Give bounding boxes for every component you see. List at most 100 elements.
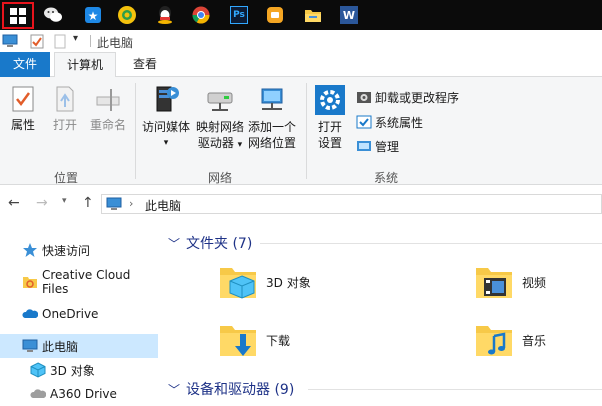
manage-button[interactable]: 管理 (356, 136, 399, 156)
qq-browser-taskbar-button[interactable] (110, 0, 144, 30)
word-icon: W (340, 6, 358, 24)
media-access-icon (156, 86, 179, 112)
uninstall-label: 卸载或更改程序 (375, 90, 460, 105)
3d-objects-icon (30, 362, 46, 378)
back-arrow-icon[interactable]: ← (8, 195, 20, 211)
chrome-icon (192, 6, 210, 24)
orange-app-icon (267, 7, 283, 23)
access-media-button[interactable]: 访问媒体 ▾ (140, 85, 192, 151)
content-pane: ﹀ 文件夹 (7) 3D 对象 视频 下载 音乐 ﹀ 设备和驱动器 (9) (160, 222, 602, 400)
ribbon: 属性 打开 重命名 位置 访问媒体 ▾ 映射网络 驱动器 ▾ 添加一个 网络位置… (0, 77, 602, 185)
qat-dropdown-icon[interactable]: ▾ (73, 33, 78, 44)
nav-item-creative-cloud[interactable]: Creative Cloud Files (0, 268, 158, 296)
nav-item-quick-access[interactable]: 快速访问 (0, 238, 158, 262)
network-drive-icon (207, 92, 233, 111)
orange-app-taskbar-button[interactable] (258, 0, 292, 30)
map-drive-label-2: 驱动器 ▾ (194, 135, 246, 153)
network-group-label: 网络 (208, 171, 233, 185)
nav-item-a360-drive[interactable]: A360 Drive (0, 382, 158, 406)
folders-section-header[interactable]: ﹀ 文件夹 (7) (168, 233, 252, 253)
recent-dropdown-icon[interactable]: ▾ (62, 196, 67, 206)
properties-check-icon[interactable] (30, 34, 44, 49)
address-bar[interactable]: › 此电脑 (101, 194, 602, 214)
uninstall-program-button[interactable]: 卸载或更改程序 (356, 87, 459, 107)
system-properties-button[interactable]: 系统属性 (356, 112, 423, 132)
downloads-folder-icon (220, 326, 256, 356)
3d-objects-folder-icon (220, 268, 256, 299)
rename-button[interactable]: 重命名 (86, 85, 130, 133)
folder-tile-music[interactable]: 音乐 (474, 320, 546, 360)
breadcrumb-this-pc[interactable]: 此电脑 (145, 197, 181, 214)
folder-label: 视频 (522, 275, 547, 290)
map-drive-label-1: 映射网络 (195, 120, 244, 134)
chevron-down-icon: ﹀ (168, 236, 181, 251)
map-drive-dropdown-icon: ▾ (237, 140, 243, 150)
new-folder-icon[interactable] (54, 34, 66, 49)
chrome-taskbar-button[interactable] (184, 0, 218, 30)
taskbar: ★ Ps W (0, 0, 602, 30)
music-folder-icon (476, 326, 512, 356)
devices-header-label: 设备和驱动器 (9) (186, 382, 295, 398)
file-explorer-taskbar-button[interactable] (296, 0, 330, 30)
map-network-drive-button[interactable]: 映射网络 驱动器 ▾ (194, 85, 246, 153)
creative-cloud-folder-icon (23, 277, 37, 288)
nav-item-label: 3D 对象 (50, 363, 95, 378)
navigation-bar: ← → ▾ ↑ › 此电脑 (0, 186, 602, 222)
add-network-location-button[interactable]: 添加一个 网络位置 (246, 85, 298, 151)
nav-item-this-pc[interactable]: 此电脑 (0, 334, 158, 358)
add-location-label-2: 网络位置 (247, 136, 296, 150)
title-separator (90, 35, 91, 47)
access-media-label: 访问媒体 (141, 120, 190, 134)
qq-icon (158, 6, 172, 24)
chevron-down-icon: ﹀ (168, 382, 181, 397)
settings-gear-icon (315, 85, 345, 115)
rename-label: 重命名 (89, 118, 126, 132)
folder-tile-3d-objects[interactable]: 3D 对象 (218, 262, 311, 302)
open-settings-label-1: 打开 (317, 120, 342, 134)
folder-tile-videos[interactable]: 视频 (474, 262, 546, 302)
windows-start-icon (10, 7, 26, 24)
forward-arrow-icon[interactable]: → (36, 195, 48, 211)
computer-small-icon (2, 34, 18, 47)
computer-icon (22, 339, 38, 352)
qq-taskbar-button[interactable] (148, 0, 182, 30)
baidu-netdisk-taskbar-button[interactable]: ★ (76, 0, 110, 30)
nav-item-label: 此电脑 (42, 339, 79, 354)
open-settings-label-2: 设置 (317, 136, 342, 150)
start-button[interactable] (2, 2, 34, 29)
photoshop-icon: Ps (230, 6, 248, 24)
nav-item-onedrive[interactable]: OneDrive (0, 302, 158, 326)
tab-computer[interactable]: 计算机 (54, 52, 116, 78)
open-button[interactable]: 打开 (48, 85, 82, 133)
nav-item-label: 快速访问 (42, 243, 91, 258)
nav-item-label: A360 Drive (50, 387, 117, 401)
folder-tile-downloads[interactable]: 下载 (218, 320, 290, 360)
wechat-icon (44, 7, 62, 22)
breadcrumb-chevron-icon[interactable]: › (129, 197, 133, 210)
properties-label: 属性 (10, 118, 35, 132)
photoshop-taskbar-button[interactable]: Ps (222, 0, 256, 30)
word-taskbar-button[interactable]: W (332, 0, 366, 30)
up-arrow-icon[interactable]: ↑ (82, 195, 94, 211)
access-media-dropdown-icon: ▾ (163, 138, 169, 148)
properties-button[interactable]: 属性 (6, 85, 40, 133)
rename-icon (96, 89, 120, 111)
star-icon (23, 243, 37, 257)
tab-view[interactable]: 查看 (118, 52, 172, 77)
tab-file[interactable]: 文件 (0, 52, 50, 77)
devices-section-header[interactable]: ﹀ 设备和驱动器 (9) (168, 379, 294, 399)
svg-text:★: ★ (88, 9, 99, 23)
open-settings-button[interactable]: 打开 设置 (312, 85, 348, 151)
system-properties-label: 系统属性 (375, 115, 424, 130)
nav-item-3d-objects[interactable]: 3D 对象 (0, 358, 158, 382)
window-title: 此电脑 (97, 36, 134, 50)
folder-label: 音乐 (522, 333, 547, 348)
ribbon-separator (306, 83, 307, 179)
manage-label: 管理 (375, 139, 400, 154)
open-label: 打开 (52, 118, 77, 132)
open-icon (56, 86, 74, 112)
network-location-icon (261, 88, 283, 110)
ribbon-tabs: 文件 计算机 查看 (0, 52, 602, 78)
folder-label: 3D 对象 (266, 275, 311, 290)
wechat-taskbar-button[interactable] (36, 0, 70, 30)
